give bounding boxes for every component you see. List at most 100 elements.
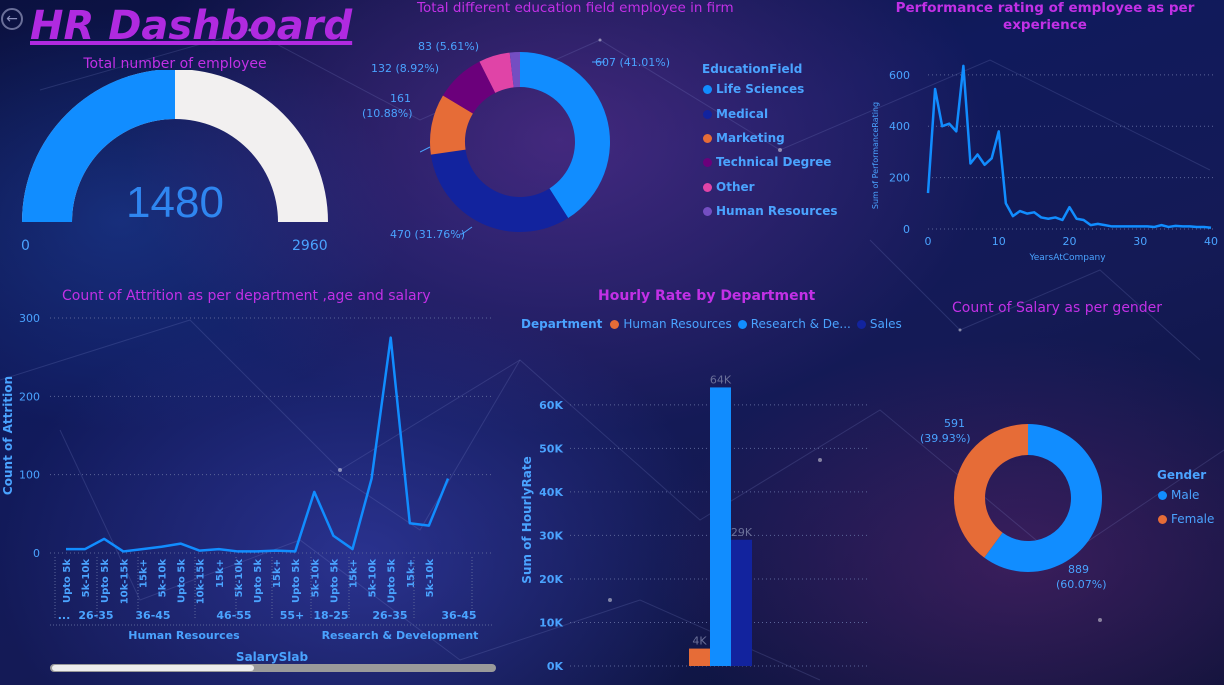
x-slab-label: Upto 5k: [387, 559, 398, 603]
x-age-label: 36-45: [441, 609, 476, 622]
legend-item-rd[interactable]: Research & De...: [737, 317, 851, 331]
x-slab-label: 15k+: [406, 559, 417, 588]
x-slab-label: 10k-15k: [196, 559, 207, 605]
x-slab-label: 10k-15k: [119, 559, 130, 605]
performance-line-chart: 600 400 200 0 0 10 20 30 40 YearsAtCompany Sum of …: [871, 64, 1218, 263]
legend-dot-icon: [703, 206, 712, 216]
x-age-label: ...: [58, 609, 71, 622]
y-tick-label: 600: [889, 69, 910, 82]
y-tick-label: 400: [889, 120, 910, 133]
edu-label-technical: 132 (8.92%): [371, 62, 440, 75]
scrollbar-thumb[interactable]: [52, 665, 254, 671]
y-axis-title: Count of Attrition: [1, 376, 15, 495]
x-age-label: 55+: [280, 609, 305, 622]
bar-1: [710, 387, 731, 666]
x-age-label: 18-25: [313, 609, 348, 622]
y-tick-label: 10K: [539, 616, 563, 629]
y-tick-label: 30K: [539, 529, 563, 542]
legend-dot-icon: [703, 157, 712, 167]
y-tick-label: 60K: [539, 399, 563, 412]
y-tick-label: 0: [903, 223, 910, 236]
x-slab-label: 5k-10k: [234, 559, 245, 598]
horizontal-scrollbar[interactable]: [50, 664, 496, 672]
edu-label-marketing-pct: (10.88%): [362, 107, 413, 120]
edu-label-marketing-count: 161: [390, 92, 411, 105]
x-tick-label: 20: [1063, 235, 1077, 248]
y-tick-label: 300: [19, 312, 40, 325]
edu-legend-item[interactable]: Human Resources: [703, 204, 838, 218]
x-tick-label: 10: [992, 235, 1006, 248]
gender-legend-title: Gender: [1157, 468, 1207, 482]
x-tick-label: 40: [1204, 235, 1218, 248]
gender-legend-female[interactable]: Female: [1158, 512, 1214, 526]
legend-dot-icon: [703, 182, 712, 192]
x-slab-label: 15k+: [272, 559, 283, 588]
legend-dot-icon: [703, 84, 712, 94]
x-department-label: Human Resources: [128, 629, 240, 642]
hourly-title: Hourly Rate by Department: [598, 288, 816, 304]
education-donut-chart: [420, 52, 610, 235]
gauge-max-label: 2960: [292, 238, 328, 254]
hourly-bar-chart: 60K 50K 40K 30K 20K 10K 0K Sum of HourlyRate 4K 6…: [520, 373, 870, 673]
legend-item-hr[interactable]: Human Resources: [610, 317, 732, 331]
gauge-chart: [22, 70, 328, 222]
bar-data-label: 64K: [710, 373, 732, 386]
x-age-label: 26-35: [78, 609, 113, 622]
x-slab-label: Upto 5k: [329, 559, 340, 603]
x-slab-label: 5k-10k: [368, 559, 379, 598]
hourly-legend: Department Human Resources Research & De…: [521, 317, 902, 331]
female-label-pct: (39.93%): [920, 432, 971, 445]
gender-legend-male[interactable]: Male: [1158, 488, 1199, 502]
y-tick-label: 0K: [547, 660, 564, 673]
x-slab-label: 5k-10k: [310, 559, 321, 598]
salary-gender-title: Count of Salary as per gender: [952, 300, 1163, 316]
performance-series-line: [926, 64, 1212, 229]
x-slab-label: 15k+: [349, 559, 360, 588]
y-tick-label: 0: [33, 547, 40, 560]
gauge-value: 1480: [126, 178, 224, 227]
legend-dot-icon: [1158, 490, 1167, 500]
edu-legend-item[interactable]: Medical: [703, 107, 768, 121]
bar-data-label: 29K: [731, 526, 753, 539]
x-slab-label: 5k-10k: [81, 559, 92, 598]
edu-legend-item[interactable]: Other: [703, 180, 755, 194]
y-axis-title: Sum of PerformanceRating: [871, 102, 880, 209]
legend-dot-icon: [1158, 514, 1167, 524]
y-tick-label: 200: [19, 390, 40, 403]
edu-label-life-sciences: 607 (41.01%): [595, 56, 671, 69]
y-tick-label: 50K: [539, 442, 563, 455]
education-title: Total different education field employee…: [417, 0, 734, 16]
x-age-label: 46-55: [216, 609, 251, 622]
back-arrow-icon[interactable]: ←: [1, 8, 23, 30]
x-slab-label: 15k+: [215, 559, 226, 588]
bar-2: [731, 539, 752, 666]
y-tick-label: 200: [889, 172, 910, 185]
edu-legend-item[interactable]: Technical Degree: [703, 155, 831, 169]
legend-dot-icon: [610, 319, 620, 329]
edu-legend-item[interactable]: Life Sciences: [703, 82, 804, 96]
legend-item-sales[interactable]: Sales: [856, 317, 902, 331]
attrition-line-chart: 300 200 100 0 Count of Attrition Upto 5k 5k-10…: [1, 312, 492, 664]
legend-dot-icon: [737, 319, 747, 329]
x-axis-title: SalarySlab: [236, 650, 309, 664]
bar-data-label: 4K: [692, 635, 707, 648]
x-slab-label: Upto 5k: [177, 559, 188, 603]
performance-title: Performance rating of employee as per ex…: [895, 0, 1195, 33]
x-slab-label: 5k-10k: [425, 559, 436, 598]
gender-donut-chart: [954, 424, 1102, 572]
legend-dot-icon: [703, 109, 712, 119]
edu-label-other: 83 (5.61%): [418, 40, 480, 53]
male-label-count: 889: [1068, 563, 1089, 576]
female-label-count: 591: [944, 417, 965, 430]
x-slab-label: Upto 5k: [62, 559, 73, 603]
education-slice-0: [520, 52, 610, 219]
x-slab-label: Upto 5k: [100, 559, 111, 603]
y-tick-label: 20K: [539, 573, 563, 586]
legend-dot-icon: [703, 133, 712, 143]
page-title: HR Dashboard: [30, 3, 353, 49]
edu-legend-title: EducationField: [702, 62, 803, 76]
male-label-pct: (60.07%): [1056, 578, 1107, 591]
y-axis-title: Sum of HourlyRate: [520, 456, 534, 583]
x-age-label: 36-45: [135, 609, 170, 622]
edu-legend-item[interactable]: Marketing: [703, 131, 785, 145]
